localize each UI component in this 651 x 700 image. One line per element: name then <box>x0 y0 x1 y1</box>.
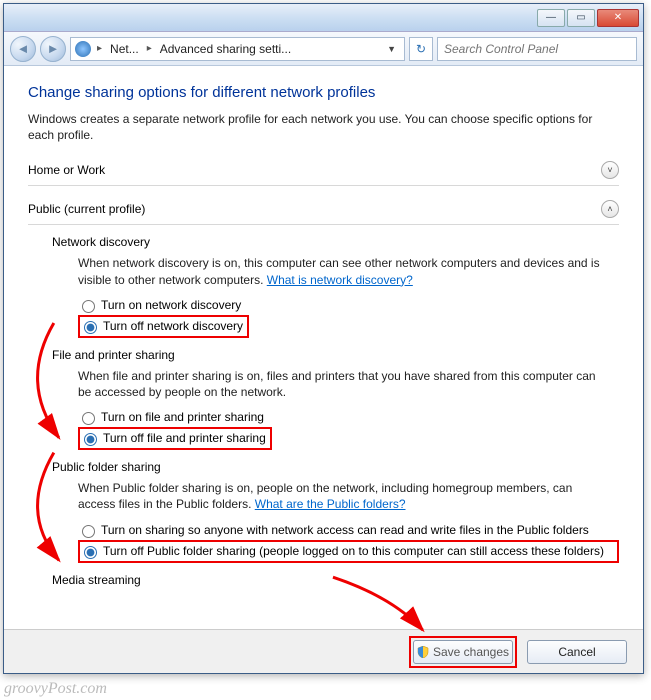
radio-fp-off-input[interactable] <box>84 433 97 446</box>
section-title-media-streaming: Media streaming <box>52 573 619 587</box>
content-area: Change sharing options for different net… <box>4 66 643 626</box>
radio-nd-off[interactable]: Turn off network discovery <box>84 319 243 334</box>
breadcrumb-advanced-sharing[interactable]: Advanced sharing setti... <box>158 42 293 56</box>
titlebar: — ▭ ✕ <box>4 4 643 32</box>
radio-pf-off[interactable]: Turn off Public folder sharing (people l… <box>84 544 613 559</box>
chevron-right-icon: ▸ <box>95 43 104 54</box>
radio-nd-off-label: Turn off network discovery <box>103 319 243 333</box>
radio-nd-on-input[interactable] <box>82 300 95 313</box>
radio-pf-on-input[interactable] <box>82 525 95 538</box>
cancel-button[interactable]: Cancel <box>527 640 627 664</box>
chevron-down-icon[interactable]: ˅ <box>601 161 619 179</box>
annotation-box-save: Save changes <box>409 636 517 668</box>
refresh-button[interactable]: ↻ <box>409 37 433 61</box>
radio-nd-on-label: Turn on network discovery <box>101 298 241 312</box>
chevron-right-icon: ▸ <box>145 43 154 54</box>
section-title-file-printer: File and printer sharing <box>52 348 619 362</box>
navbar: ◄ ► ▸ Net... ▸ Advanced sharing setti...… <box>4 32 643 66</box>
radio-fp-on-input[interactable] <box>82 412 95 425</box>
link-what-is-network-discovery[interactable]: What is network discovery? <box>267 273 413 287</box>
breadcrumb-net[interactable]: Net... <box>108 42 141 56</box>
section-title-network-discovery: Network discovery <box>52 235 619 249</box>
radio-nd-on[interactable]: Turn on network discovery <box>78 296 619 315</box>
profile-home-header[interactable]: Home or Work ˅ <box>28 157 619 186</box>
radio-fp-on-label: Turn on file and printer sharing <box>101 410 264 424</box>
radio-group-network-discovery: Turn on network discovery Turn off netwo… <box>78 296 619 338</box>
page-intro: Windows creates a separate network profi… <box>28 111 619 143</box>
radio-fp-off[interactable]: Turn off file and printer sharing <box>84 431 266 446</box>
close-button[interactable]: ✕ <box>597 9 639 27</box>
watermark: groovyPost.com <box>4 680 107 698</box>
radio-fp-on[interactable]: Turn on file and printer sharing <box>78 408 619 427</box>
minimize-button[interactable]: — <box>537 9 565 27</box>
maximize-button[interactable]: ▭ <box>567 9 595 27</box>
network-icon <box>75 41 91 57</box>
profile-public-label: Public (current profile) <box>28 202 145 216</box>
radio-pf-on-label: Turn on sharing so anyone with network a… <box>101 523 589 537</box>
save-changes-button[interactable]: Save changes <box>413 640 513 664</box>
search-input[interactable] <box>437 37 637 61</box>
nav-forward-button[interactable]: ► <box>40 36 66 62</box>
radio-pf-off-label: Turn off Public folder sharing (people l… <box>103 544 604 558</box>
radio-fp-off-label: Turn off file and printer sharing <box>103 431 266 445</box>
nav-back-button[interactable]: ◄ <box>10 36 36 62</box>
link-what-are-public-folders[interactable]: What are the Public folders? <box>255 497 406 511</box>
address-bar[interactable]: ▸ Net... ▸ Advanced sharing setti... ▼ <box>70 37 405 61</box>
section-body-public-folder: When Public folder sharing is on, people… <box>78 480 609 512</box>
chevron-up-icon[interactable]: ˄ <box>601 200 619 218</box>
radio-pf-off-input[interactable] <box>84 546 97 559</box>
radio-nd-off-input[interactable] <box>84 321 97 334</box>
section-title-public-folder: Public folder sharing <box>52 460 619 474</box>
footer-bar: Save changes Cancel <box>4 629 643 673</box>
address-dropdown-icon[interactable]: ▼ <box>383 44 400 54</box>
radio-group-file-printer: Turn on file and printer sharing Turn of… <box>78 408 619 450</box>
shield-icon <box>417 646 429 658</box>
save-changes-label: Save changes <box>433 645 509 659</box>
radio-group-public-folder: Turn on sharing so anyone with network a… <box>78 521 619 563</box>
profile-home-label: Home or Work <box>28 163 105 177</box>
window: — ▭ ✕ ◄ ► ▸ Net... ▸ Advanced sharing se… <box>3 3 644 674</box>
radio-pf-on[interactable]: Turn on sharing so anyone with network a… <box>78 521 619 540</box>
section-body-network-discovery: When network discovery is on, this compu… <box>78 255 609 287</box>
section-body-file-printer: When file and printer sharing is on, fil… <box>78 368 609 400</box>
profile-public-header[interactable]: Public (current profile) ˄ <box>28 196 619 225</box>
page-title: Change sharing options for different net… <box>28 84 619 101</box>
